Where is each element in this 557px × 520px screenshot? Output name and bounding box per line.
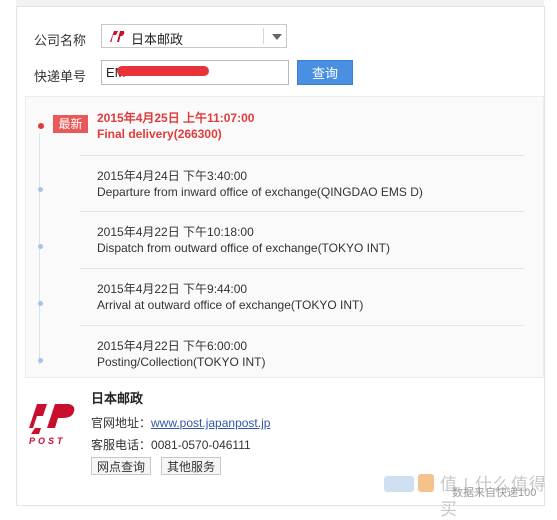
timeline-event: 2015年4月24日 下午3:40:00 Departure from inwa… [25, 156, 524, 212]
phone-label: 客服电话： [91, 438, 152, 452]
outlet-search-button[interactable]: 网点查询 [91, 457, 152, 475]
timeline-dot [38, 187, 43, 192]
company-select[interactable]: 日本邮政 [101, 24, 287, 48]
event-description: Dispatch from outward office of exchange… [97, 241, 391, 255]
japan-post-mini-icon [110, 31, 125, 42]
latest-badge: 最新 [53, 115, 88, 133]
redaction-mark [117, 66, 209, 76]
event-divider [80, 211, 524, 212]
japan-post-logo: POST [29, 404, 75, 446]
timeline-dot [38, 123, 44, 129]
company-label: 公司名称 [34, 33, 87, 48]
event-description: Posting/Collection(TOKYO INT) [97, 355, 266, 369]
carrier-name: 日本邮政 [91, 391, 144, 406]
chevron-down-icon[interactable] [272, 34, 282, 40]
timeline-event-latest: 2015年4月25日 上午11:07:00 Final delivery(266… [25, 100, 524, 156]
event-time: 2015年4月22日 下午9:44:00 [97, 282, 248, 296]
event-description: Final delivery(266300) [97, 127, 222, 141]
logo-text: POST [29, 436, 66, 446]
event-divider [80, 325, 524, 326]
event-time: 2015年4月22日 下午10:18:00 [97, 225, 254, 239]
event-time: 2015年4月24日 下午3:40:00 [97, 169, 248, 183]
event-divider [80, 268, 524, 269]
zdm-logo-icon [384, 474, 434, 492]
website-label: 官网地址： [91, 416, 152, 430]
timeline-dot [38, 244, 43, 249]
event-description: Departure from inward office of exchange… [97, 185, 423, 199]
tracking-label: 快递单号 [34, 69, 87, 84]
event-time: 2015年4月25日 上午11:07:00 [97, 111, 255, 125]
event-time: 2015年4月22日 下午6:00:00 [97, 339, 248, 353]
select-divider [263, 28, 264, 44]
timeline-event: 2015年4月22日 下午6:00:00 Posting/Collection(… [25, 327, 524, 383]
query-button[interactable]: 查询 [297, 60, 353, 85]
company-select-value: 日本邮政 [131, 32, 184, 47]
phone-row: 客服电话：0081-0570-046111 [91, 436, 251, 453]
phone-number: 0081-0570-046111 [151, 438, 251, 452]
website-row: 官网地址：www.post.japanpost.jp [91, 414, 270, 431]
timeline-dot [38, 358, 43, 363]
watermark: 值 | 什么值得买 数据来自快递100 [380, 462, 550, 519]
timeline-event: 2015年4月22日 下午10:18:00 Dispatch from outw… [25, 213, 524, 269]
timeline-event: 2015年4月22日 下午9:44:00 Arrival at outward … [25, 270, 524, 326]
source-watermark: 数据来自快递100 [452, 487, 537, 499]
event-description: Arrival at outward office of exchange(TO… [97, 298, 364, 312]
other-services-button[interactable]: 其他服务 [161, 457, 222, 475]
timeline-dot [38, 301, 43, 306]
website-link[interactable]: www.post.japanpost.jp [151, 416, 270, 430]
